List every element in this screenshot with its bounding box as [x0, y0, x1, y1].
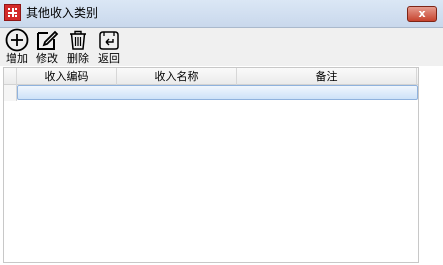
close-button[interactable]: x: [407, 6, 437, 22]
back-button-label: 返回: [98, 52, 120, 65]
column-header-code[interactable]: 收入编码: [17, 68, 117, 85]
back-icon: [96, 28, 122, 52]
window-title: 其他收入类别: [26, 6, 99, 20]
column-header-note-label: 备注: [315, 70, 338, 83]
title-bar: 其他收入类别 x: [0, 0, 443, 28]
column-header-note[interactable]: 备注: [237, 68, 417, 85]
add-button-label: 增加: [6, 52, 28, 65]
column-header-name[interactable]: 收入名称: [117, 68, 237, 85]
column-header-name-label: 收入名称: [154, 70, 199, 83]
grid-header: 收入编码 收入名称 备注: [4, 68, 418, 85]
close-icon: x: [418, 7, 426, 20]
app-icon: [4, 4, 21, 21]
row-indicator-header: [4, 68, 17, 85]
edit-button-label: 修改: [36, 52, 58, 65]
table-row[interactable]: [4, 85, 418, 101]
row-indicator[interactable]: [4, 85, 17, 101]
add-button[interactable]: 增加: [3, 28, 31, 65]
edit-icon: [34, 28, 60, 52]
back-button[interactable]: 返回: [95, 28, 123, 65]
delete-button[interactable]: 删除: [64, 28, 92, 65]
plus-circle-icon: [4, 28, 30, 52]
selected-row-cells[interactable]: [17, 85, 418, 100]
column-header-code-label: 收入编码: [44, 70, 89, 83]
toolbar: 增加 修改 删除 返回: [0, 28, 443, 66]
trash-icon: [65, 28, 91, 52]
edit-button[interactable]: 修改: [33, 28, 61, 65]
delete-button-label: 删除: [67, 52, 89, 65]
data-grid[interactable]: 收入编码 收入名称 备注: [3, 67, 419, 263]
